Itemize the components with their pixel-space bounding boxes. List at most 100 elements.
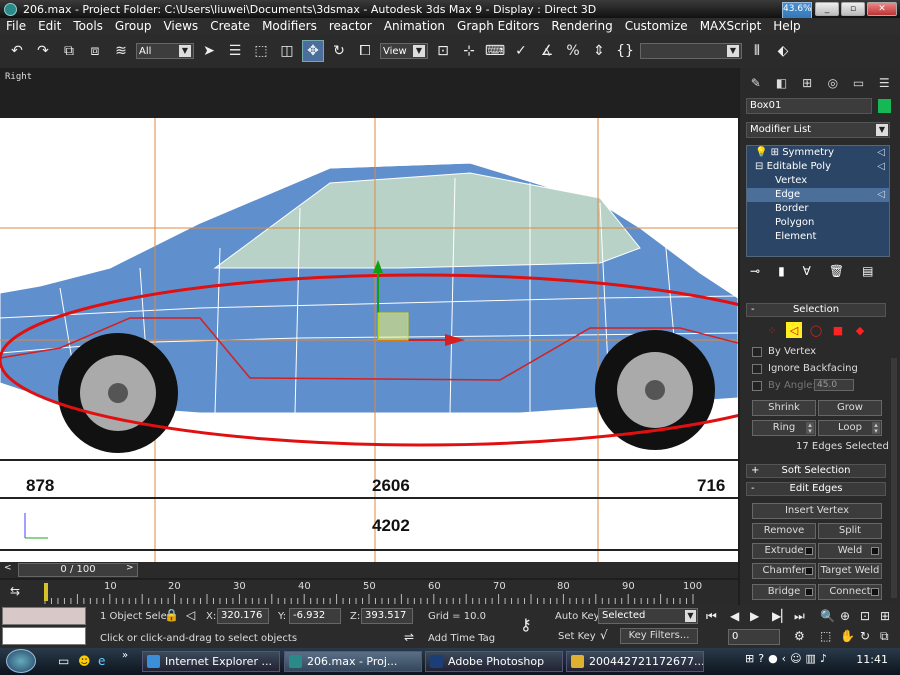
extrude-button[interactable]: Extrude — [752, 543, 816, 559]
open-mini-curve-editor-icon[interactable]: ⇆ — [10, 584, 20, 598]
viewport-right[interactable]: Right 878 2606 716 4202 — [0, 68, 738, 562]
close-button[interactable]: ✕ — [867, 2, 897, 16]
menu-maxscript[interactable]: MAXScript — [694, 19, 768, 33]
prev-frame-icon[interactable]: < — [4, 563, 12, 573]
selection-rollout-header[interactable]: - Selection — [746, 303, 886, 317]
settings-icon[interactable] — [805, 567, 813, 575]
weld-button[interactable]: Weld — [818, 543, 882, 559]
z-coordinate-field[interactable]: 393.517 — [361, 608, 413, 624]
modify-tab-icon[interactable]: ◧ — [772, 74, 792, 92]
stack-item-border[interactable]: Border — [747, 202, 889, 216]
split-button[interactable]: Split — [818, 523, 882, 539]
stack-item-polygon[interactable]: Polygon — [747, 216, 889, 230]
display-tab-icon[interactable]: ▭ — [849, 74, 869, 92]
connect-button[interactable]: Connect — [818, 584, 882, 600]
element-mode-icon[interactable]: ◆ — [852, 322, 868, 338]
maxscript-input-mini[interactable] — [2, 627, 86, 645]
previous-frame-icon[interactable]: ◀ — [730, 609, 739, 623]
motion-tab-icon[interactable]: ◎ — [823, 74, 843, 92]
go-to-start-icon[interactable]: ⏮ — [706, 609, 717, 624]
zoom-extents-all-icon[interactable]: ⊞ — [880, 609, 890, 623]
add-time-tag[interactable]: Add Time Tag — [428, 633, 495, 644]
menu-modifiers[interactable]: Modifiers — [256, 19, 323, 33]
modifier-list-dropdown[interactable]: Modifier List ▼ — [746, 122, 890, 138]
edge-mode-icon[interactable]: ◁ — [786, 322, 802, 338]
edit-edges-rollout-header[interactable]: - Edit Edges — [746, 482, 886, 496]
task-internet-explorer[interactable]: Internet Explorer ... — [142, 651, 280, 672]
menu-views[interactable]: Views — [157, 19, 204, 33]
loop-button[interactable]: Loop ▴ ▾ — [818, 420, 882, 436]
window-crossing-icon[interactable]: ◫ — [276, 40, 298, 62]
named-selection-icon[interactable]: {} — [614, 40, 636, 62]
soft-selection-rollout-header[interactable]: + Soft Selection — [746, 464, 886, 478]
maxscript-listener-mini[interactable] — [2, 607, 86, 625]
menu-edit[interactable]: Edit — [32, 19, 67, 33]
select-and-link-icon[interactable]: ⧉ — [58, 40, 80, 62]
next-frame-icon[interactable]: > — [126, 563, 134, 573]
bridge-button[interactable]: Bridge — [752, 584, 816, 600]
select-and-rotate-icon[interactable]: ↻ — [328, 40, 350, 62]
x-coordinate-field[interactable]: 320.176 — [217, 608, 269, 624]
ring-button[interactable]: Ring ▴ ▾ — [752, 420, 816, 436]
minimize-button[interactable]: _ — [815, 2, 839, 16]
auto-key-button[interactable]: Auto Key — [555, 611, 600, 622]
spinner-icon[interactable]: ▴ ▾ — [806, 422, 814, 435]
lock-icon[interactable]: 🔒 — [164, 608, 179, 622]
task-3dsmax[interactable]: 206.max - Proj... — [284, 651, 422, 672]
region-zoom-icon[interactable]: ⬚ — [820, 629, 831, 643]
menu-graph-editors[interactable]: Graph Editors — [451, 19, 545, 33]
stack-item-edge[interactable]: Edge ◁ — [747, 188, 889, 202]
menu-help[interactable]: Help — [767, 19, 806, 33]
key-icon[interactable]: ⚷ — [520, 615, 532, 634]
bind-spacewarp-icon[interactable]: ≋ — [110, 40, 132, 62]
qq-icon[interactable]: ☺ — [790, 652, 801, 665]
ignore-backfacing-checkbox[interactable]: Ignore Backfacing — [752, 363, 858, 374]
stack-item-symmetry[interactable]: 💡 ⊞ Symmetry ◁ — [747, 146, 889, 160]
insert-vertex-button[interactable]: Insert Vertex — [752, 503, 882, 519]
mirror-icon[interactable]: ⫴ — [746, 40, 768, 62]
menu-rendering[interactable]: Rendering — [545, 19, 618, 33]
next-frame-button-icon[interactable]: ▶▏ — [772, 609, 790, 623]
ie-quick-launch-icon[interactable]: e — [98, 654, 105, 668]
lightbulb-icon[interactable]: 💡 — [755, 147, 767, 158]
overflow-chevron-icon[interactable]: » — [122, 650, 128, 661]
spinner-icon[interactable]: ▴ ▾ — [872, 422, 880, 435]
spinner-snap-icon[interactable]: ⇕ — [588, 40, 610, 62]
select-and-scale-icon[interactable]: ⧠ — [354, 40, 376, 62]
pin-stack-icon[interactable]: ⊸ — [750, 264, 760, 278]
stack-item-editable-poly[interactable]: ⊟ Editable Poly ◁ — [747, 160, 889, 174]
configure-modifier-sets-icon[interactable]: ▤ — [862, 264, 873, 278]
create-tab-icon[interactable]: ✎ — [746, 74, 766, 92]
zoom-icon[interactable]: 🔍 — [820, 609, 835, 623]
menu-animation[interactable]: Animation — [378, 19, 451, 33]
stack-item-vertex[interactable]: Vertex — [747, 174, 889, 188]
messenger-icon[interactable]: ● — [768, 652, 778, 665]
play-icon[interactable]: ▶ — [750, 609, 759, 623]
volume-icon[interactable]: ♪ — [820, 652, 827, 665]
select-by-name-icon[interactable]: ☰ — [224, 40, 246, 62]
target-weld-button[interactable]: Target Weld — [818, 563, 882, 579]
settings-icon[interactable] — [871, 547, 879, 555]
task-image-file[interactable]: 200442721172677... — [566, 651, 704, 672]
language-icon[interactable]: ⊞ — [745, 652, 754, 665]
selection-filter-dropdown[interactable]: All ▼ — [136, 43, 194, 59]
select-and-move-icon[interactable]: ✥ — [302, 40, 324, 62]
menu-reactor[interactable]: reactor — [323, 19, 378, 33]
zoom-extents-icon[interactable]: ⊡ — [860, 609, 870, 623]
settings-icon[interactable] — [805, 588, 813, 596]
command-panel-scrollbar[interactable] — [891, 358, 897, 598]
stack-item-element[interactable]: Element — [747, 230, 889, 244]
menu-group[interactable]: Group — [109, 19, 158, 33]
keyboard-shortcut-icon[interactable]: ⌨ — [484, 40, 506, 62]
border-mode-icon[interactable]: ◯ — [808, 322, 824, 338]
help-icon[interactable]: ? — [758, 652, 764, 665]
arc-rotate-icon[interactable]: ↻ — [860, 629, 870, 643]
remove-button[interactable]: Remove — [752, 523, 816, 539]
shrink-button[interactable]: Shrink — [752, 400, 816, 416]
pan-icon[interactable]: ✋ — [840, 629, 855, 643]
select-and-manipulate-icon[interactable]: ⊹ — [458, 40, 480, 62]
grow-button[interactable]: Grow — [818, 400, 882, 416]
y-coordinate-field[interactable]: -6.932 — [289, 608, 341, 624]
set-key-button[interactable]: Set Key — [558, 631, 596, 642]
settings-icon[interactable] — [871, 588, 879, 596]
